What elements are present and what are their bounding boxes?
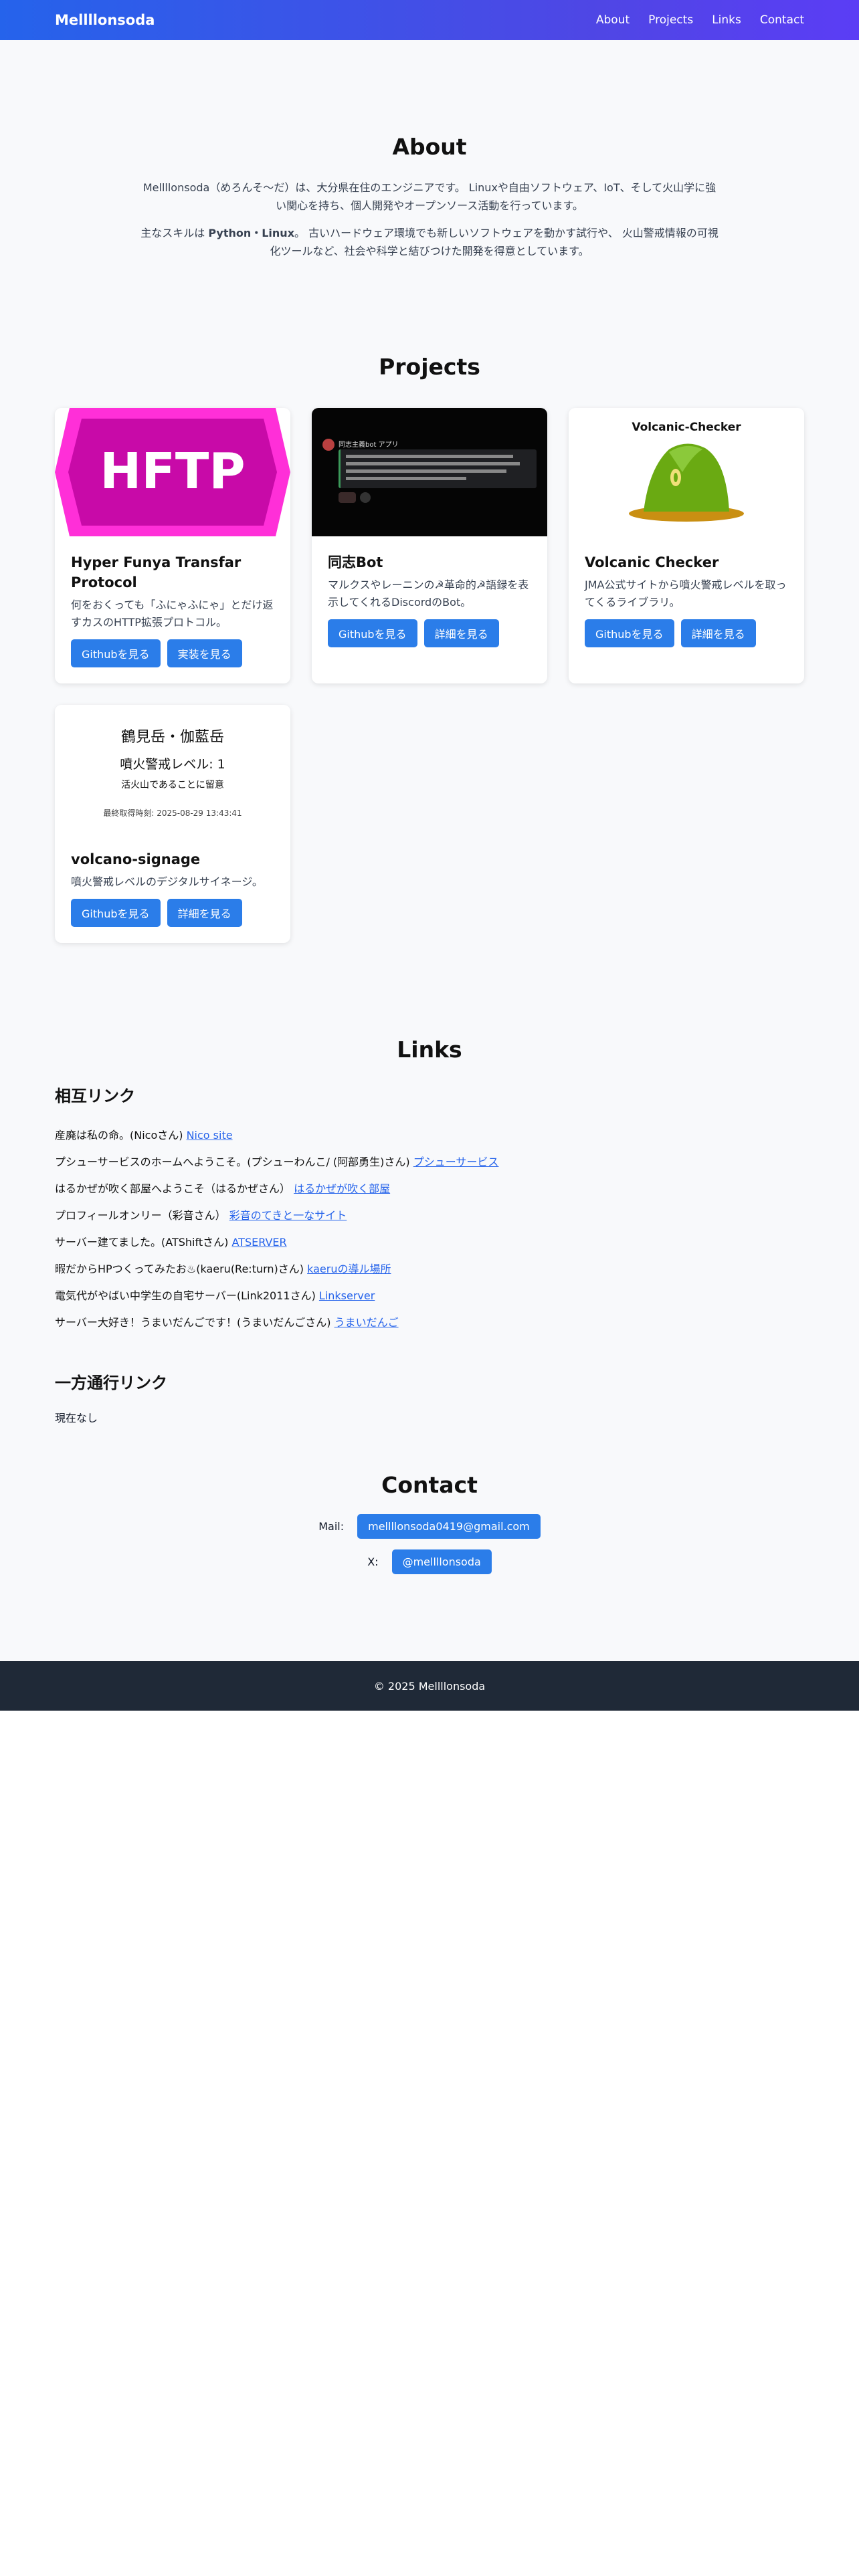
project-card-doshi-bot: 同志主義bot アプリ 同志Bot マルクスやレーニンの☭革命的☭語録を表示して…: [312, 408, 547, 683]
list-item: プシューサービスのホームへようこそ。(プシューわんこ/ (阿部勇生)さん) プシ…: [55, 1149, 804, 1176]
project-card-hftp: HFTP Hyper Funya Transfar Protocol 何をおくっ…: [55, 408, 290, 683]
contact-title: Contact: [381, 1472, 478, 1498]
volcanic-checker-logo: Volcanic-Checker: [569, 408, 804, 536]
mail-label: Mail:: [318, 1520, 345, 1533]
details-button[interactable]: 詳細を見る: [423, 619, 499, 647]
mutual-links-heading: 相互リンク: [55, 1087, 135, 1105]
project-desc: JMA公式サイトから噴火警戒レベルを取ってくるライブラリ。: [585, 578, 787, 609]
details-button[interactable]: 詳細を見る: [680, 619, 756, 647]
doshi-bot-screenshot: 同志主義bot アプリ: [312, 408, 547, 536]
bot-avatar: [322, 439, 335, 451]
hftp-logo-image: HFTP: [55, 408, 290, 536]
link-description: サーバー大好き！うまいだんごです！(うまいだんごさん): [55, 1316, 335, 1329]
bot-name-label: 同志主義bot アプリ: [339, 441, 399, 449]
hftp-logo-text: HFTP: [100, 443, 245, 500]
github-button[interactable]: Githubを見る: [585, 619, 674, 647]
github-button[interactable]: Githubを見る: [71, 639, 161, 667]
list-item: サーバー建てました。(ATShiftさん) ATSERVER: [55, 1229, 804, 1256]
project-title: Hyper Funya Transfar Protocol: [71, 554, 242, 591]
signage-note: 活火山であることに留意: [121, 780, 224, 790]
github-button[interactable]: Githubを見る: [328, 619, 417, 647]
projects-grid: HFTP Hyper Funya Transfar Protocol 何をおくっ…: [55, 408, 804, 943]
copyright-text: © 2025 Mellllonsoda: [373, 1679, 486, 1693]
contact-x-row: X: @mellllonsoda: [0, 1549, 859, 1574]
site-brand[interactable]: Mellllonsoda: [55, 12, 155, 28]
project-title: 同志Bot: [328, 554, 383, 570]
signage-updated-time: 最終取得時刻: 2025-08-29 13:43:41: [103, 809, 242, 818]
link-description: プシューサービスのホームへようこそ。(プシューわんこ/ (阿部勇生)さん): [55, 1156, 413, 1168]
contact-section: Contact Mail: mellllonsoda0419@gmail.com…: [0, 1472, 859, 1661]
bot-embed: [339, 449, 537, 488]
implementation-button[interactable]: 実装を見る: [167, 639, 242, 667]
external-link[interactable]: Linkserver: [319, 1289, 375, 1302]
list-item: はるかぜが吹く部屋へようこそ（はるかぜさん） はるかぜが吹く部屋: [55, 1176, 804, 1202]
signage-volcano-name: 鶴見岳・伽藍岳: [120, 729, 224, 746]
signage-preview: 鶴見岳・伽藍岳 噴火警戒レベル: 1 活火山であることに留意 最終取得時刻: 2…: [55, 705, 290, 833]
mutual-links-list: 産廃は私の命。(Nicoさん) Nico site プシューサービスのホームへよ…: [55, 1122, 804, 1336]
contact-mail-row: Mail: mellllonsoda0419@gmail.com: [0, 1514, 859, 1539]
details-button[interactable]: 詳細を見る: [167, 899, 242, 927]
add-reaction-icon: [360, 492, 371, 503]
list-item: 産廃は私の命。(Nicoさん) Nico site: [55, 1122, 804, 1149]
project-card-volcano-signage: 鶴見岳・伽藍岳 噴火警戒レベル: 1 活火山であることに留意 最終取得時刻: 2…: [55, 705, 290, 943]
reaction-badge: [339, 492, 356, 503]
external-link[interactable]: はるかぜが吹く部屋: [294, 1182, 390, 1195]
external-link[interactable]: プシューサービス: [413, 1156, 499, 1168]
about-p2-prefix: 主なスキルは: [140, 227, 209, 239]
external-link[interactable]: 彩音のてきと一なサイト: [229, 1209, 347, 1222]
about-p2-suffix: 。 古いハードウェア環境でも新しいソフトウェアを動かす試行や、 火山警戒情報の可…: [270, 227, 719, 257]
list-item: サーバー大好き！うまいだんごです！(うまいだんごさん) うまいだんご: [55, 1309, 804, 1336]
about-paragraph-1: Mellllonsoda（めろんそ〜だ）は、大分県在住のエンジニアです。 Lin…: [142, 181, 717, 212]
nav-projects-link[interactable]: Projects: [648, 13, 693, 27]
main-nav: About Projects Links Contact: [596, 13, 804, 27]
external-link[interactable]: うまいだんご: [335, 1316, 399, 1329]
volcanic-checker-logo-text: Volcanic-Checker: [632, 421, 741, 434]
list-item: 暇だからHPつくってみたお♨(kaeru(Re:turn)さん) kaeruの導…: [55, 1256, 804, 1283]
site-footer: © 2025 Mellllonsoda: [0, 1661, 859, 1711]
external-link[interactable]: ATSERVER: [231, 1236, 286, 1249]
main-content: About Mellllonsoda（めろんそ〜だ）は、大分県在住のエンジニアで…: [0, 40, 859, 1661]
links-section: Links 相互リンク 産廃は私の命。(Nicoさん) Nico site プシ…: [0, 1037, 859, 1425]
link-description: 電気代がやばい中学生の自宅サーバー(Link2011さん): [55, 1289, 319, 1302]
x-account-button[interactable]: @mellllonsoda: [391, 1549, 492, 1574]
links-title: Links: [397, 1037, 462, 1063]
mail-button[interactable]: mellllonsoda0419@gmail.com: [357, 1514, 541, 1539]
external-link[interactable]: Nico site: [187, 1129, 233, 1142]
page-blank-area: [0, 1711, 859, 2576]
about-paragraph-2: 主なスキルは Python・Linux。 古いハードウェア環境でも新しいソフトウ…: [138, 224, 721, 260]
project-desc: 何をおくっても「ふにゃふにゃ」とだけ返すカスのHTTP拡張プロトコル。: [71, 599, 274, 629]
project-title: Volcanic Checker: [585, 554, 719, 570]
link-description: 産廃は私の命。(Nicoさん): [55, 1129, 187, 1142]
nav-about-link[interactable]: About: [596, 13, 630, 27]
about-section: About Mellllonsoda（めろんそ〜だ）は、大分県在住のエンジニアで…: [0, 94, 859, 260]
project-desc: マルクスやレーニンの☭革命的☭語録を表示してくれるDiscordのBot。: [328, 578, 529, 609]
project-card-volcanic-checker: Volcanic-Checker Volcanic Checker JMA公式サ…: [569, 408, 804, 683]
about-skills: Python・Linux: [208, 227, 295, 239]
external-link[interactable]: kaeruの導ル場所: [307, 1263, 391, 1275]
project-desc: 噴火警戒レベルのデジタルサイネージ。: [71, 875, 263, 888]
link-description: サーバー建てました。(ATShiftさん): [55, 1236, 232, 1249]
link-description: 暇だからHPつくってみたお♨(kaeru(Re:turn)さん): [55, 1263, 308, 1275]
projects-title: Projects: [379, 354, 480, 380]
projects-section: Projects HFTP Hyper Funya Transfar Proto…: [0, 354, 859, 943]
nav-contact-link[interactable]: Contact: [760, 13, 804, 27]
signage-alert-level: 噴火警戒レベル: 1: [120, 757, 225, 772]
oneway-links-heading: 一方通行リンク: [55, 1374, 167, 1392]
list-item: 電気代がやばい中学生の自宅サーバー(Link2011さん) Linkserver: [55, 1283, 804, 1309]
oneway-links-empty-text: 現在なし: [55, 1412, 98, 1424]
site-header: Mellllonsoda About Projects Links Contac…: [0, 0, 859, 40]
github-button[interactable]: Githubを見る: [71, 899, 161, 927]
about-title: About: [392, 134, 467, 160]
link-description: プロフィールオンリー（彩音さん）: [55, 1209, 229, 1222]
nav-links-link[interactable]: Links: [712, 13, 741, 27]
link-description: はるかぜが吹く部屋へようこそ（はるかぜさん）: [55, 1182, 294, 1195]
x-label: X:: [367, 1555, 379, 1568]
list-item: プロフィールオンリー（彩音さん） 彩音のてきと一なサイト: [55, 1202, 804, 1229]
project-title: volcano-signage: [71, 851, 201, 867]
